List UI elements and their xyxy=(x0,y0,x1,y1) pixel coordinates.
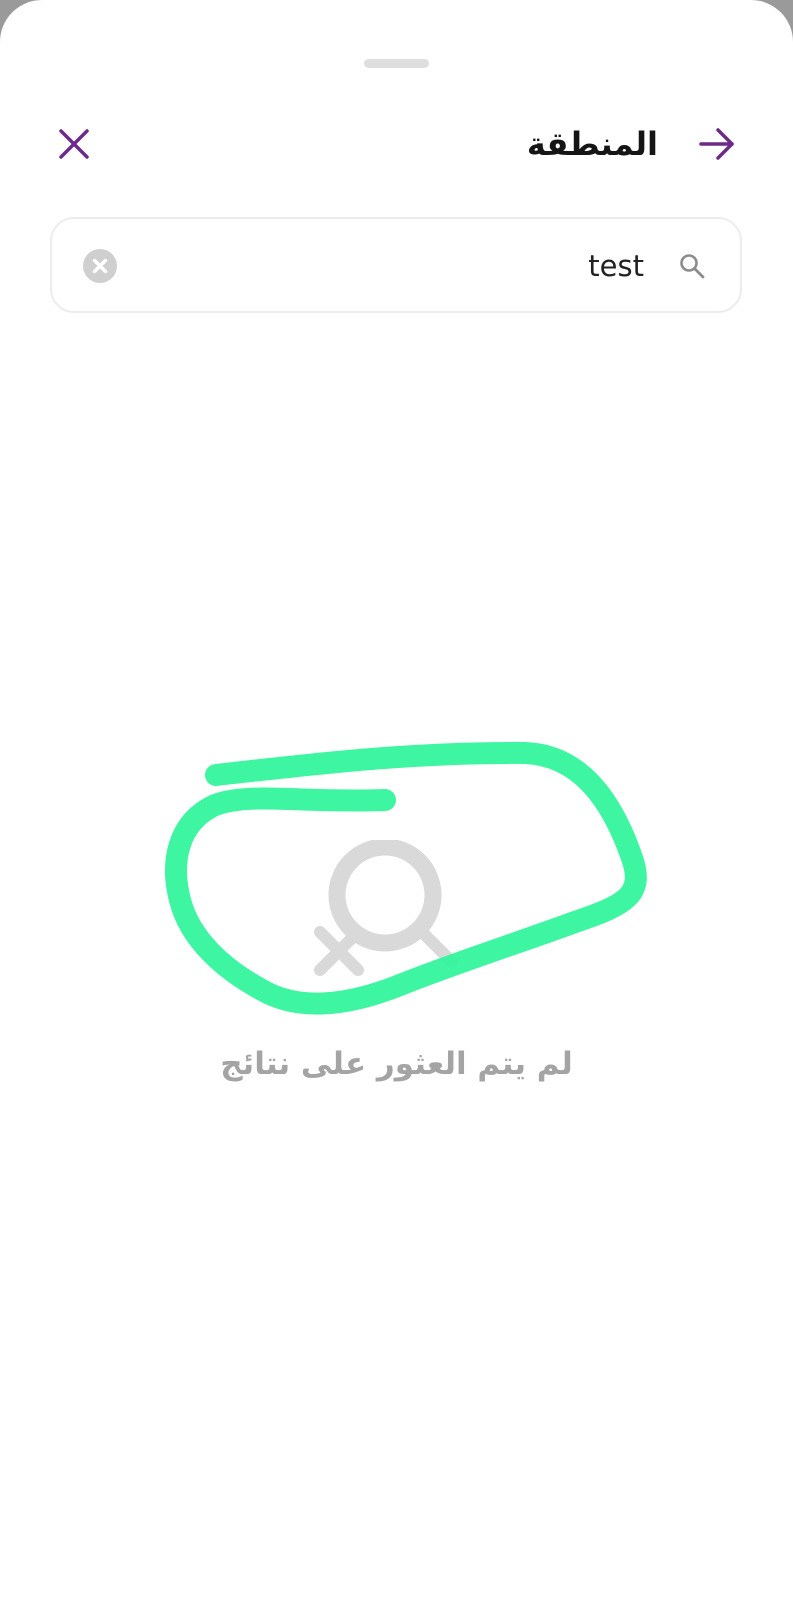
close-button[interactable] xyxy=(52,122,96,166)
clear-circle-icon[interactable] xyxy=(83,249,117,283)
empty-state-message: لم يتم العثور على نتائج xyxy=(220,1046,573,1082)
drag-handle[interactable] xyxy=(364,59,429,68)
close-icon xyxy=(59,129,89,159)
search-field[interactable]: test xyxy=(50,217,742,313)
back-button[interactable] xyxy=(694,121,740,167)
arrow-right-icon xyxy=(699,128,734,160)
bottom-sheet: المنطقة test لم يتم العثور على نتائج xyxy=(0,0,793,1600)
no-results-search-icon xyxy=(314,840,458,976)
search-icon xyxy=(680,254,705,279)
page-title: المنطقة xyxy=(526,125,658,163)
search-input[interactable]: test xyxy=(588,241,644,291)
